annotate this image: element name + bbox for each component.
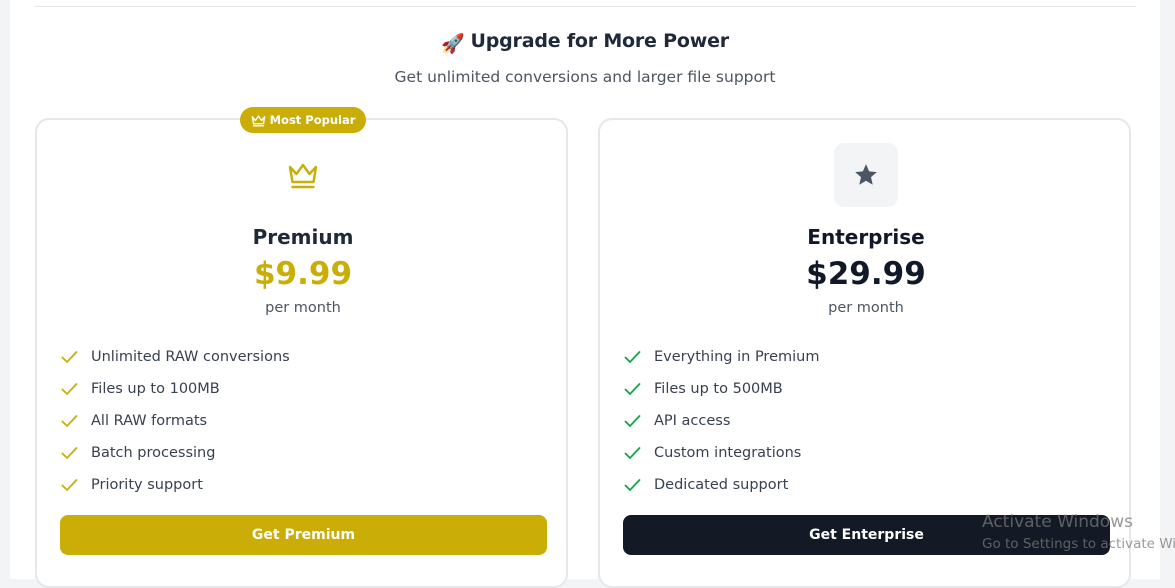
get-premium-button[interactable]: Get Premium <box>60 515 547 555</box>
feature-item: Everything in Premium <box>624 341 819 373</box>
feature-label: Custom integrations <box>654 445 802 461</box>
check-icon <box>61 415 78 427</box>
section-title: 🚀 Upgrade for More Power <box>0 30 1170 55</box>
plan-period: per month <box>265 300 341 316</box>
feature-label: Files up to 500MB <box>654 381 783 397</box>
section-subtitle: Get unlimited conversions and larger fil… <box>394 68 776 86</box>
check-icon <box>61 447 78 459</box>
feature-item: Batch processing <box>61 437 290 469</box>
feature-item: Priority support <box>61 469 290 501</box>
feature-item: Files up to 500MB <box>624 373 819 405</box>
plan-name: Premium <box>252 225 354 249</box>
crown-icon <box>288 163 318 189</box>
get-enterprise-button[interactable]: Get Enterprise <box>623 515 1110 555</box>
feature-item: All RAW formats <box>61 405 290 437</box>
feature-item: Unlimited RAW conversions <box>61 341 290 373</box>
feature-label: Unlimited RAW conversions <box>91 349 290 365</box>
plan-period: per month <box>828 300 904 316</box>
check-icon <box>61 383 78 395</box>
check-icon <box>61 351 78 363</box>
feature-item: Dedicated support <box>624 469 819 501</box>
feature-label: Batch processing <box>91 445 216 461</box>
badge-label: Most Popular <box>269 113 356 127</box>
check-icon <box>624 351 641 363</box>
rocket-icon: 🚀 <box>441 33 465 55</box>
star-icon-tile <box>834 143 898 207</box>
check-icon <box>624 415 641 427</box>
feature-label: Dedicated support <box>654 477 789 493</box>
feature-label: Everything in Premium <box>654 349 820 365</box>
crown-icon <box>251 114 266 126</box>
plan-price: $9.99 <box>253 256 353 292</box>
check-icon <box>624 383 641 395</box>
divider <box>34 6 1136 7</box>
feature-item: Files up to 100MB <box>61 373 290 405</box>
feature-label: All RAW formats <box>91 413 208 429</box>
most-popular-badge: Most Popular <box>240 107 366 133</box>
check-icon <box>61 479 78 491</box>
feature-label: API access <box>654 413 731 429</box>
plan-name: Enterprise <box>807 225 925 249</box>
feature-item: API access <box>624 405 819 437</box>
feature-label: Files up to 100MB <box>91 381 220 397</box>
feature-list: Unlimited RAW conversions Files up to 10… <box>61 341 290 501</box>
check-icon <box>624 447 641 459</box>
section-title-text: Upgrade for More Power <box>470 30 730 52</box>
star-icon <box>855 164 877 185</box>
check-icon <box>624 479 641 491</box>
feature-list: Everything in Premium Files up to 500MB … <box>624 341 819 501</box>
feature-item: Custom integrations <box>624 437 819 469</box>
feature-label: Priority support <box>91 477 203 493</box>
plan-price: $29.99 <box>806 256 926 292</box>
